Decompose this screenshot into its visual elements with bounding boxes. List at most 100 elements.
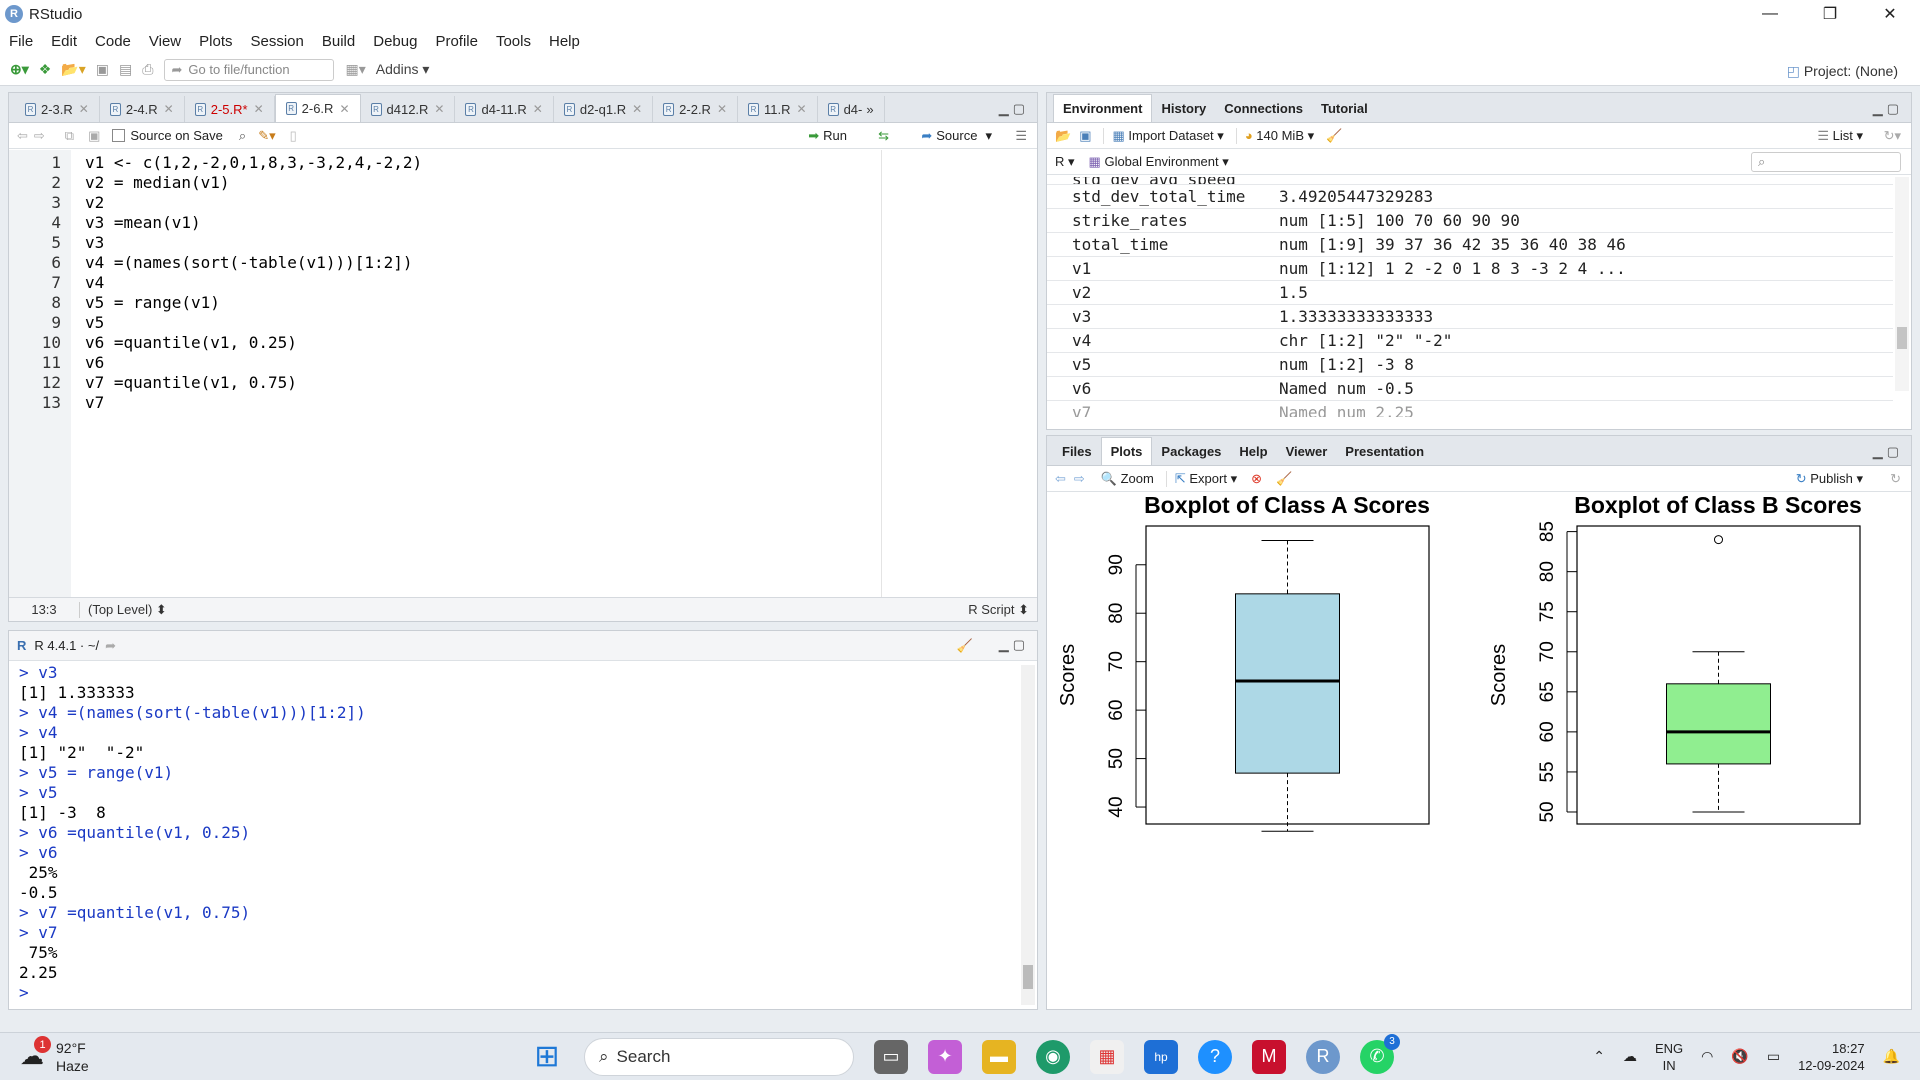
close-button[interactable]: ✕ (1860, 0, 1920, 28)
env-search-input[interactable]: ⌕ (1751, 151, 1901, 172)
file-explorer-icon[interactable]: ▬ (982, 1039, 1016, 1074)
tab-viewer[interactable]: Viewer (1277, 437, 1337, 465)
scope-env-selector[interactable]: ▦ Global Environment ▾ (1089, 154, 1229, 170)
code-line[interactable]: v4 (85, 273, 422, 293)
tab-environment[interactable]: Environment (1053, 94, 1153, 122)
myhp-icon[interactable]: hp (1144, 1039, 1178, 1074)
code-line[interactable]: v3 =mean(v1) (85, 213, 422, 233)
env-row[interactable]: std_dev_total_time 3.49205447329283 (1047, 185, 1893, 209)
console-scroll-thumb[interactable] (1023, 965, 1033, 989)
tab-connections[interactable]: Connections (1215, 94, 1312, 122)
code-line[interactable]: v6 =quantile(v1, 0.25) (85, 333, 422, 353)
tab-history[interactable]: History (1152, 94, 1215, 122)
env-scrollbar[interactable] (1895, 177, 1909, 391)
code-text[interactable]: v1 <- c(1,2,-2,0,1,8,3,-3,2,4,-2,2) v2 = … (85, 153, 422, 413)
code-line[interactable]: v6 (85, 353, 422, 373)
refresh-env-icon[interactable]: ↻▾ (1884, 128, 1901, 144)
new-project-icon[interactable]: ❖ (39, 61, 52, 78)
rerun-icon[interactable]: ⇆ (878, 128, 889, 144)
export-button[interactable]: ⇱ Export ▾ (1165, 470, 1237, 487)
whatsapp-icon[interactable]: ✆ 3 (1360, 1033, 1400, 1074)
outline-icon[interactable]: ☰ (1015, 128, 1027, 144)
show-in-window-icon[interactable]: ⧉ (65, 128, 74, 144)
refresh-plot-icon[interactable]: ↻ (1890, 471, 1901, 487)
language-selector[interactable]: R ▾ (1055, 154, 1075, 170)
source-button[interactable]: ➦ Source ▾ (921, 128, 992, 144)
maximize-button[interactable]: ❐ (1800, 0, 1860, 28)
remove-plot-icon[interactable]: ⊗ (1251, 471, 1262, 487)
menu-help[interactable]: Help (549, 33, 580, 50)
console-goto-dir-icon[interactable]: ➦ (105, 638, 116, 654)
publish-button[interactable]: ↻ Publish ▾ (1796, 471, 1863, 487)
tab-editor-file[interactable]: Rd4-» (818, 96, 885, 122)
close-tab-icon[interactable]: ✕ (79, 102, 89, 116)
project-menu[interactable]: ◰ Project: (None) (1787, 63, 1898, 80)
language-indicator[interactable]: ENG IN (1655, 1040, 1683, 1074)
code-line[interactable]: v7 =quantile(v1, 0.75) (85, 373, 422, 393)
tab-editor-file[interactable]: Rd4-11.R ✕ (455, 96, 554, 122)
addins-menu[interactable]: Addins ▾ (376, 61, 430, 78)
menu-edit[interactable]: Edit (51, 33, 77, 50)
ms-store-icon[interactable]: ▦ (1090, 1039, 1124, 1074)
taskbar-search[interactable]: ⌕ Search (584, 1037, 854, 1076)
env-row[interactable]: strike_rates num [1:5] 100 70 60 90 90 (1047, 209, 1893, 233)
env-row[interactable]: v1 num [1:12] 1 2 -2 0 1 8 3 -3 2 4 ... (1047, 257, 1893, 281)
new-file-icon[interactable]: ⊕▾ (10, 61, 29, 78)
console-scrollbar[interactable] (1021, 665, 1035, 1005)
copilot-icon[interactable]: ✦ (928, 1039, 962, 1074)
code-line[interactable]: v1 <- c(1,2,-2,0,1,8,3,-3,2,4,-2,2) (85, 153, 422, 173)
onedrive-icon[interactable]: ☁ (1623, 1048, 1637, 1065)
code-tools-icon[interactable]: ✎▾ (258, 128, 275, 144)
tab-editor-file[interactable]: Rd412.R ✕ (361, 96, 456, 122)
search-icon[interactable]: ⌕ (239, 128, 246, 144)
print-icon[interactable]: ⎙ (142, 61, 153, 78)
windows-start-icon[interactable]: ⊞ (530, 1040, 564, 1074)
env-row[interactable]: v5 num [1:2] -3 8 (1047, 353, 1893, 377)
import-dataset-button[interactable]: ▦ Import Dataset ▾ (1103, 127, 1224, 144)
notification-bell-icon[interactable]: 🔔 (1883, 1048, 1900, 1065)
tab-editor-file[interactable]: R 2-5.R* ✕ (185, 96, 275, 122)
clear-console-icon[interactable]: 🧹 (957, 638, 973, 654)
code-line[interactable]: v2 (85, 193, 422, 213)
source-on-save-checkbox[interactable]: Source on Save (112, 128, 223, 143)
tab-editor-file[interactable]: R 2-4.R ✕ (100, 96, 185, 122)
menu-view[interactable]: View (149, 33, 181, 50)
close-tab-icon[interactable]: ✕ (717, 102, 727, 116)
clear-plots-broom-icon[interactable]: 🧹 (1276, 471, 1292, 487)
zoom-button[interactable]: 🔍 Zoom (1101, 471, 1154, 487)
code-area[interactable]: 1 2 3 4 5 6 7 8 9 10 11 12 13 v1 <- c(1,2,-2,0,1,8,3… (9, 150, 1037, 597)
help-icon[interactable]: ? (1198, 1039, 1232, 1074)
editor-minmax-icon[interactable]: ▁▢ (999, 101, 1029, 117)
code-line[interactable]: v4 =(names(sort(-table(v1)))[1:2]) (85, 253, 422, 273)
close-tab-icon[interactable]: ✕ (434, 102, 444, 116)
weather-widget[interactable]: ☁ 1 92°F Haze (20, 1036, 89, 1075)
save-all-icon[interactable]: ▤ (119, 61, 132, 78)
clear-env-broom-icon[interactable]: 🧹 (1326, 128, 1342, 144)
close-tab-icon[interactable]: ✕ (797, 102, 807, 116)
close-tab-icon[interactable]: ✕ (254, 102, 264, 116)
menu-session[interactable]: Session (251, 33, 304, 50)
tab-editor-file[interactable]: Rd2-q1.R ✕ (554, 96, 654, 122)
menu-plots[interactable]: Plots (199, 33, 232, 50)
tab-plots[interactable]: Plots (1100, 437, 1153, 465)
scope-selector[interactable]: (Top Level) ⬍ (79, 601, 167, 618)
menu-code[interactable]: Code (95, 33, 131, 50)
tab-editor-file[interactable]: R 2-2.R ✕ (653, 96, 739, 122)
save-workspace-icon[interactable]: ▣ (1079, 128, 1091, 144)
env-row[interactable]: total_time num [1:9] 39 37 36 42 35 36 40… (1047, 233, 1893, 257)
tab-presentation[interactable]: Presentation (1336, 437, 1433, 465)
close-tab-icon[interactable]: ✕ (164, 102, 174, 116)
env-row[interactable]: v3 1.33333333333333 (1047, 305, 1893, 329)
env-row[interactable]: v2 1.5 (1047, 281, 1893, 305)
goto-file-input[interactable]: ➦ Go to file/function (164, 58, 335, 81)
close-tab-icon[interactable]: ✕ (339, 102, 349, 116)
memory-usage-button[interactable]: ◕ 140 MiB ▾ (1235, 127, 1314, 144)
wifi-icon[interactable]: ◠ (1701, 1048, 1713, 1065)
run-button[interactable]: ➡ Run (808, 128, 847, 144)
tab-editor-file[interactable]: R 2-6.R ✕ (274, 94, 361, 122)
save-file-icon[interactable]: ▣ (88, 128, 100, 144)
rstudio-taskbar-icon[interactable]: R (1306, 1039, 1340, 1074)
menu-file[interactable]: File (9, 33, 33, 50)
clock[interactable]: 18:27 12-09-2024 (1798, 1040, 1865, 1074)
open-file-icon[interactable]: 📂▾ (61, 61, 85, 78)
